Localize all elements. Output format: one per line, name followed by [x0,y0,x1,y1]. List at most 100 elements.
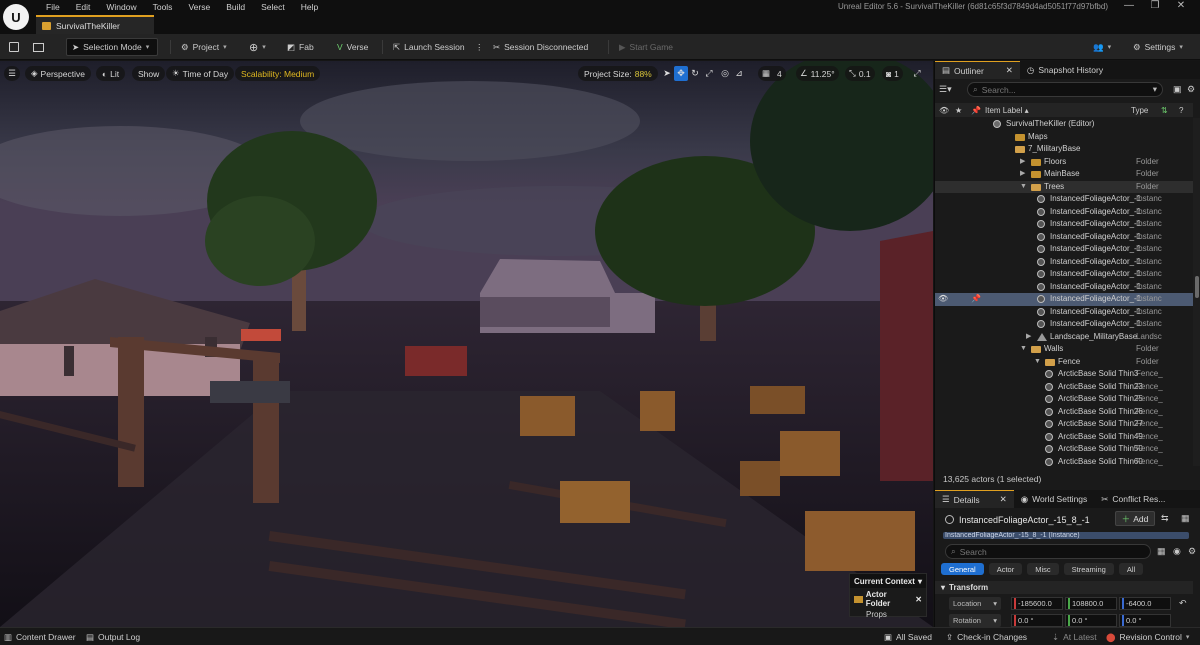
rotation-z-field[interactable]: 0.0 ° [1119,614,1171,627]
add-actor-button[interactable]: ⊕ ▾ [244,38,271,56]
outliner-row[interactable]: ArcticBase Solid Thin50 Fence_ [935,443,1193,456]
outliner-row[interactable]: ▼ Trees Folder [935,180,1193,194]
outliner-row[interactable]: ArcticBase Solid Thin27 Fence_ [935,418,1193,431]
filter-all[interactable]: All [1118,563,1144,575]
outliner-row[interactable]: InstancedFoliageActor_-1 Instanc [935,231,1193,244]
lock-icon[interactable]: ▦ [1181,513,1190,524]
rotation-y-field[interactable]: 0.0 ° [1065,614,1117,627]
favorite-column-icon[interactable]: ★ [955,106,962,115]
menu-file[interactable]: File [38,2,68,13]
select-mode-icon[interactable]: ➤ [660,66,674,81]
outliner-row[interactable]: InstancedFoliageActor_-1 Instanc [935,193,1193,206]
project-button[interactable]: ⚙ Project ▾ [176,38,232,56]
visibility-column-icon[interactable]: 👁 [939,106,949,115]
expand-right-icon[interactable]: ▶ [1020,156,1025,169]
settings-button[interactable]: ⚙ Settings ▾ [1128,38,1188,56]
selection-mode-dropdown[interactable]: ➤ Selection Mode ▾ [66,38,158,56]
lit-button[interactable]: ◐ Lit [96,66,126,81]
filter-streaming[interactable]: Streaming [1063,563,1114,575]
outliner-row[interactable]: InstancedFoliageActor_-1 Instanc [935,218,1193,231]
pin-icon[interactable]: 📌 [971,293,981,306]
content-drawer-button[interactable]: ▥ Content Drawer [4,630,76,644]
menu-verse[interactable]: Verse [180,2,218,13]
tab-outliner[interactable]: ▤ Outliner ✕ [935,61,1020,79]
level-viewport[interactable]: ☰ ◈ Perspective ◐ Lit Show ☀ Time of Day Sc… [0,61,933,627]
outliner-row[interactable]: ArcticBase Solid Thin3 Fence_ [935,368,1193,381]
menu-edit[interactable]: Edit [68,2,99,13]
pin-column-icon[interactable]: 📌 [971,106,981,115]
outliner-row[interactable]: Maps [935,131,1193,144]
expand-down-icon[interactable]: ▼ [1034,356,1041,369]
close-icon[interactable]: ✕ [1168,0,1194,11]
expand-down-icon[interactable]: ▼ [1020,181,1027,194]
rotate-icon[interactable]: ↻ [688,66,702,81]
expand-right-icon[interactable]: ▶ [1026,331,1031,344]
filter-misc[interactable]: Misc [1027,563,1059,575]
translate-icon[interactable]: ✥ [674,66,688,81]
surface-snap-icon[interactable]: ⊿ [732,66,746,81]
component-row[interactable]: InstancedFoliageActor_-15_8_-1 (Instance… [943,532,1189,539]
chevron-down-icon[interactable]: ▾ [918,577,922,586]
outliner-row[interactable]: ▼ Fence Folder [935,356,1193,369]
menu-window[interactable]: Window [98,2,144,13]
outliner-row[interactable]: ▶ Landscape_MilitaryBase Landsc [935,331,1193,344]
close-icon[interactable]: ✕ [915,595,922,604]
verse-button[interactable]: V Verse [332,38,373,56]
start-game-button[interactable]: ▶ Start Game [614,38,678,56]
blueprint-icon[interactable]: ⇆ [1161,513,1169,524]
scalability-button[interactable]: Scalability: Medium [235,66,321,81]
fab-button[interactable]: ◩ Fab [282,38,319,56]
gear-icon[interactable]: ⚙ [1187,84,1195,95]
reset-icon[interactable]: ↶ [1179,598,1187,609]
rotation-snap-button[interactable]: ∠ 11.25° [796,66,839,81]
time-of-day-button[interactable]: ☀ Time of Day [166,66,235,81]
outliner-row[interactable]: InstancedFoliageActor_-1 Instanc [935,206,1193,219]
close-icon[interactable]: ✕ [1000,494,1007,505]
scale-snap-button[interactable]: ⤡ 0.1 [845,66,875,81]
outliner-row[interactable]: ArcticBase Solid Thin60 Fence_ [935,456,1193,467]
at-latest-button[interactable]: ⇣ At Latest [1052,630,1097,644]
outliner-row[interactable]: ArcticBase Solid Thin26 Fence_ [935,406,1193,419]
tab-world-settings[interactable]: ◉ World Settings [1014,490,1095,508]
eye-icon[interactable]: ◉ [1173,546,1181,557]
more-options-icon[interactable]: ⋮ [470,38,489,56]
menu-select[interactable]: Select [253,2,293,13]
type-header[interactable]: Type [1131,106,1148,115]
details-search-input[interactable]: ⌕ Search [945,544,1151,559]
outliner-row[interactable]: InstancedFoliageActor_-1 Instanc [935,281,1193,294]
outliner-row[interactable]: InstancedFoliageActor_-1 Instanc [935,256,1193,269]
visibility-icon[interactable]: 👁 [938,293,948,306]
scale-icon[interactable]: ⤢ [702,66,716,81]
users-button[interactable]: 👥 ▾ [1088,38,1116,56]
project-tab[interactable]: SurvivalTheKiller [36,15,154,34]
menu-build[interactable]: Build [218,2,253,13]
revision-column-icon[interactable]: ⇅ [1161,106,1168,115]
save-button[interactable] [4,38,24,56]
filter-actor[interactable]: Actor [988,563,1023,575]
browse-button[interactable] [28,38,49,56]
viewport-menu-button[interactable]: ☰ [4,66,20,81]
camera-speed-button[interactable]: ◙ 1 [882,66,903,81]
launch-session-button[interactable]: ⇱ Launch Session [388,38,470,56]
outliner-row[interactable]: ▼ Walls Folder [935,343,1193,356]
actor-name[interactable]: InstancedFoliageActor_-15_8_-1 [959,515,1090,525]
tab-snapshot-history[interactable]: ◷ Snapshot History [1020,61,1110,79]
minimize-icon[interactable]: — [1116,0,1142,11]
outliner-row[interactable]: InstancedFoliageActor_-1 Instanc [935,318,1193,331]
filter-icon[interactable]: ☰▾ [939,84,952,95]
close-icon[interactable]: ✕ [1006,65,1013,76]
outliner-row[interactable]: ▶ MainBase Folder [935,168,1193,181]
grid-snap-button[interactable]: ▦ 4 [758,66,786,81]
expand-down-icon[interactable]: ▼ [1020,343,1027,356]
rotation-x-field[interactable]: 0.0 ° [1011,614,1063,627]
perspective-button[interactable]: ◈ Perspective [25,66,91,81]
expand-right-icon[interactable]: ▶ [1020,168,1025,181]
location-z-field[interactable]: -6400.0 [1119,597,1171,610]
outliner-row[interactable]: ArcticBase Solid Thin49 Fence_ [935,431,1193,444]
outliner-search-input[interactable]: ⌕ Search... ▾ [967,82,1163,97]
outliner-row[interactable]: InstancedFoliageActor_-1 Instanc [935,268,1193,281]
maximize-icon[interactable]: ❐ [1142,0,1168,11]
item-label-header[interactable]: Item Label ▴ [985,106,1029,115]
menu-help[interactable]: Help [293,2,326,13]
outliner-row[interactable]: 👁 📌 InstancedFoliageActor_-1 Instanc [935,293,1193,306]
